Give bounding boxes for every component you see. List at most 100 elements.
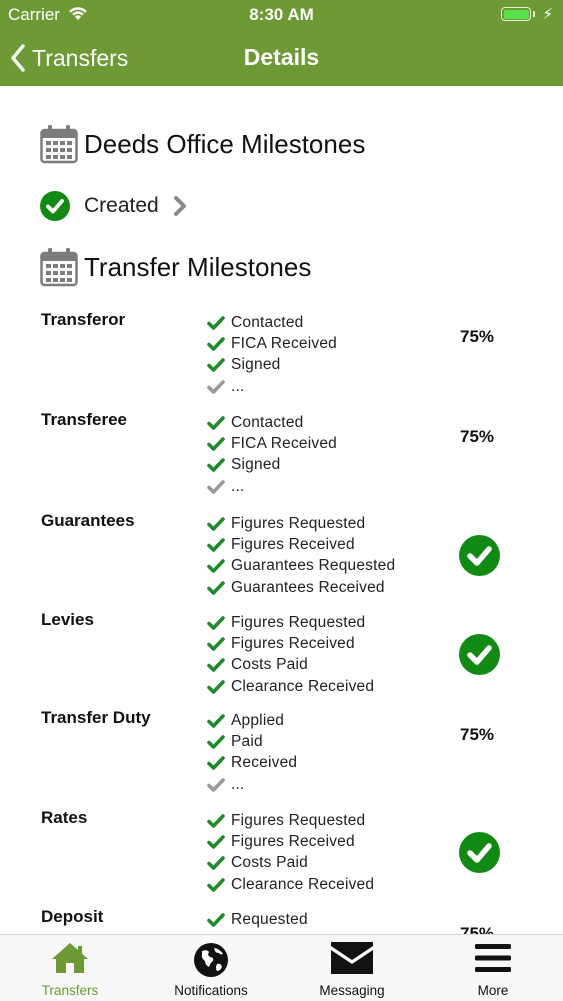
checkmark-icon xyxy=(207,480,225,494)
milestone-label: Figures Received xyxy=(231,635,355,653)
milestone-label: Signed xyxy=(231,456,280,474)
milestone-group-name: Levies xyxy=(41,610,94,630)
milestone-item: Received xyxy=(207,753,297,774)
milestone-label: Figures Requested xyxy=(231,614,365,632)
tab-more[interactable]: More xyxy=(423,935,563,1001)
checkmark-icon xyxy=(207,680,225,694)
milestone-item: Guarantees Requested xyxy=(207,556,395,577)
milestone-item: Costs Paid xyxy=(207,655,374,676)
milestone-item: Guarantees Received xyxy=(207,577,395,598)
battery-icon xyxy=(501,7,531,21)
tab-label: More xyxy=(423,983,563,998)
battery-tip xyxy=(533,11,535,17)
checkmark-icon xyxy=(207,458,225,472)
checkmark-icon xyxy=(207,913,225,927)
milestone-progress: 75% xyxy=(460,427,494,447)
checkmark-icon xyxy=(207,538,225,552)
milestone-label: Figures Requested xyxy=(231,515,365,533)
check-circle-icon xyxy=(459,535,500,576)
check-circle-icon xyxy=(459,832,500,873)
tab-label: Transfers xyxy=(0,983,140,998)
milestone-item: Clearance Received xyxy=(207,874,374,895)
milestone-label: Figures Received xyxy=(231,833,355,851)
milestone-group-name: Rates xyxy=(41,808,87,828)
checkmark-icon xyxy=(207,358,225,372)
charging-bolt-icon: ⚡︎ xyxy=(542,5,553,23)
milestone-group-name: Transferee xyxy=(41,410,127,430)
created-milestone-row[interactable]: Created xyxy=(40,191,187,221)
milestone-item: Figures Requested xyxy=(207,513,395,534)
milestone-label: FICA Received xyxy=(231,435,337,453)
milestone-item: Contacted xyxy=(207,412,337,433)
milestone-label: Signed xyxy=(231,356,280,374)
milestone-label: ... xyxy=(231,776,245,794)
checkmark-icon xyxy=(207,337,225,351)
milestone-item: Costs Paid xyxy=(207,853,374,874)
checkmark-icon xyxy=(207,581,225,595)
milestone-item: ... xyxy=(207,376,337,397)
check-circle-icon xyxy=(459,634,500,675)
status-bar: Carrier 8:30 AM ⚡︎ xyxy=(0,0,563,30)
milestone-label: Figures Received xyxy=(231,536,355,554)
milestone-group-name: Guarantees xyxy=(41,511,135,531)
milestone-label: FICA Received xyxy=(231,335,337,353)
menu-icon xyxy=(475,942,511,979)
milestone-group-name: Transferor xyxy=(41,310,125,330)
tab-label: Messaging xyxy=(282,983,422,998)
tab-bar: Transfers Notifications Messaging xyxy=(0,934,563,1001)
milestone-label: Paid xyxy=(231,733,263,751)
navigation-bar: Transfers Details xyxy=(0,30,563,86)
check-circle-icon xyxy=(40,191,70,221)
milestone-item: Figures Received xyxy=(207,633,374,654)
calendar-icon xyxy=(40,124,78,164)
milestone-label: Guarantees Requested xyxy=(231,557,395,575)
milestone-label: Costs Paid xyxy=(231,854,308,872)
milestone-item: Clearance Received xyxy=(207,676,374,697)
tab-transfers[interactable]: Transfers xyxy=(0,935,140,1001)
transfer-section-title: Transfer Milestones xyxy=(84,252,311,283)
checkmark-icon xyxy=(207,878,225,892)
checkmark-icon xyxy=(207,380,225,394)
milestone-list: Contacted FICA Received Signed... xyxy=(207,312,337,397)
milestone-label: Clearance Received xyxy=(231,876,374,894)
milestone-progress: 75% xyxy=(460,924,494,934)
tab-notifications[interactable]: Notifications xyxy=(141,935,281,1001)
envelope-icon xyxy=(331,942,373,979)
milestone-item: Figures Requested xyxy=(207,612,374,633)
tab-messaging[interactable]: Messaging xyxy=(282,935,422,1001)
home-icon xyxy=(51,942,89,979)
checkmark-icon xyxy=(207,735,225,749)
milestone-item: Contacted xyxy=(207,312,337,333)
milestone-label: Requested xyxy=(231,911,308,929)
milestone-label: Applied xyxy=(231,712,284,730)
milestone-item: FICA Received xyxy=(207,433,337,454)
milestone-label: Figures Requested xyxy=(231,812,365,830)
milestone-list: Contacted FICA Received Signed... xyxy=(207,412,337,497)
milestone-item: Requested xyxy=(207,909,308,930)
milestone-item: Paid xyxy=(207,731,297,752)
chevron-right-icon xyxy=(173,195,187,217)
checkmark-icon xyxy=(207,316,225,330)
checkmark-icon xyxy=(207,756,225,770)
milestone-item: ... xyxy=(207,774,297,795)
checkmark-icon xyxy=(207,714,225,728)
milestone-list: Requested xyxy=(207,909,308,934)
milestone-item: Figures Received xyxy=(207,534,395,555)
milestone-progress: 75% xyxy=(460,725,494,745)
milestone-progress: 75% xyxy=(460,327,494,347)
milestone-group-name: Deposit xyxy=(41,907,103,927)
created-label: Created xyxy=(84,194,159,218)
milestone-label: Contacted xyxy=(231,414,303,432)
milestone-item: Signed xyxy=(207,355,337,376)
milestone-item: Figures Requested xyxy=(207,810,374,831)
details-content[interactable]: Deeds Office Milestones Created Transfer… xyxy=(0,86,563,934)
checkmark-icon xyxy=(207,778,225,792)
milestone-label: Guarantees Received xyxy=(231,579,385,597)
milestone-label: Clearance Received xyxy=(231,678,374,696)
milestone-item: ... xyxy=(207,476,337,497)
checkmark-icon xyxy=(207,637,225,651)
status-time: 8:30 AM xyxy=(0,5,563,25)
page-title: Details xyxy=(0,44,563,71)
deeds-section-header: Deeds Office Milestones xyxy=(40,124,365,164)
checkmark-icon xyxy=(207,814,225,828)
